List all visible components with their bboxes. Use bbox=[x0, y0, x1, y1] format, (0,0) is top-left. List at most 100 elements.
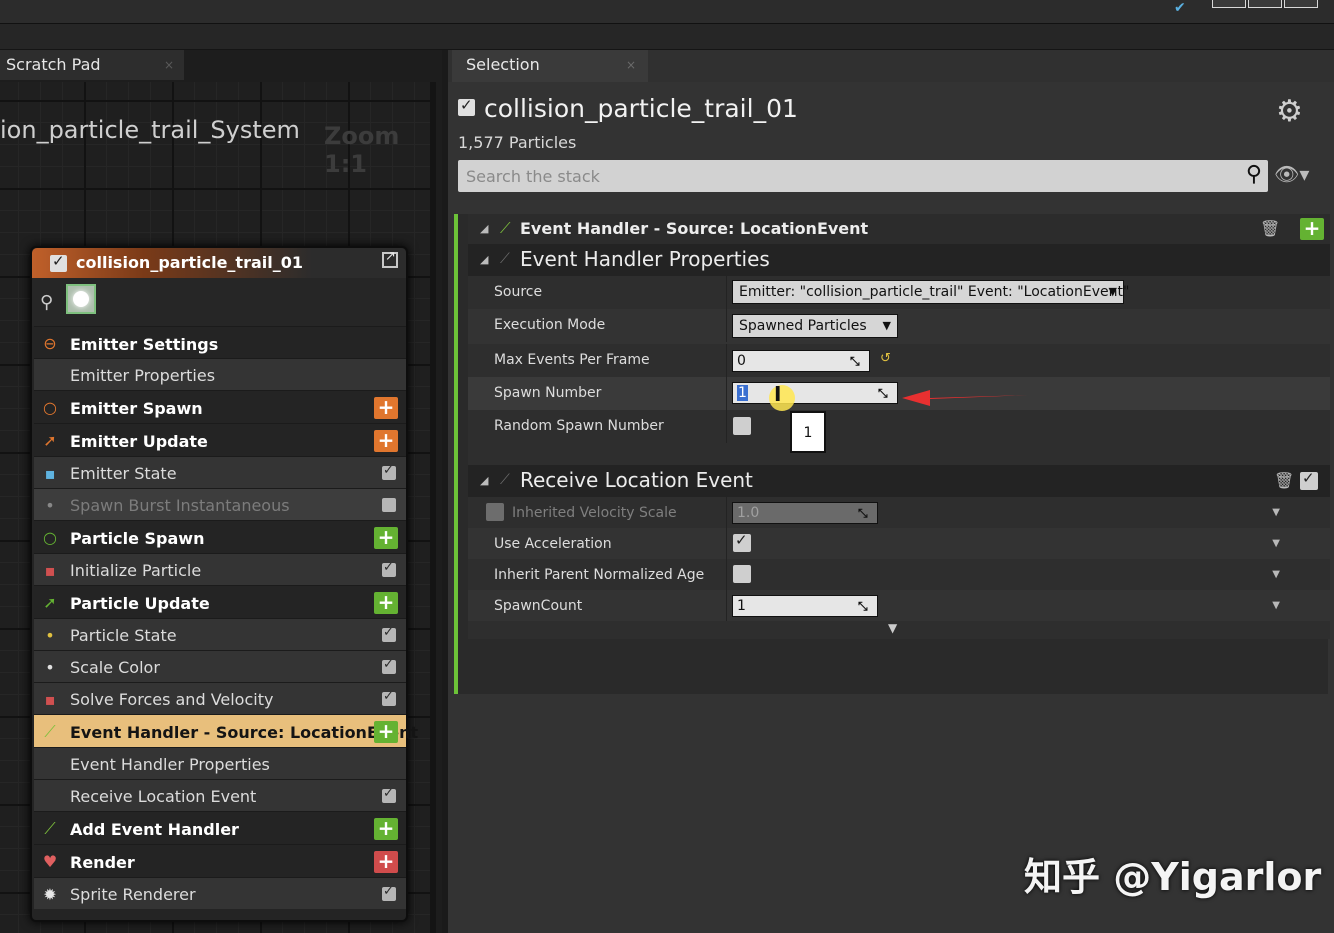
notification-icon[interactable]: ✔ bbox=[1174, 0, 1186, 16]
module-enable-checkbox[interactable] bbox=[382, 689, 396, 706]
add-module-button[interactable]: + bbox=[1300, 218, 1324, 240]
stack-item[interactable]: ▪ Solve Forces and Velocity bbox=[34, 682, 406, 714]
add-module-button[interactable]: + bbox=[374, 430, 398, 452]
source-dropdown[interactable]: Emitter: "collision_particle_trail" Even… bbox=[732, 280, 1129, 304]
inherited-velocity-checkbox[interactable] bbox=[486, 503, 504, 521]
add-module-button[interactable]: + bbox=[374, 851, 398, 873]
add-module-button[interactable]: + bbox=[374, 721, 398, 743]
stack-item[interactable]: Emitter Properties bbox=[34, 358, 406, 390]
chevron-down-icon[interactable]: ▼ bbox=[1272, 600, 1280, 611]
add-module-button[interactable]: + bbox=[374, 592, 398, 614]
expand-down-icon[interactable]: ▼ bbox=[888, 621, 897, 635]
module-enable-checkbox[interactable] bbox=[382, 560, 396, 577]
inherited-velocity-field[interactable]: 1.0 ⤡ bbox=[732, 502, 878, 524]
stack-item[interactable]: ✹ Sprite Renderer bbox=[34, 877, 406, 909]
maximize-button[interactable] bbox=[1248, 0, 1282, 8]
stack-search-box[interactable]: ⚲ bbox=[458, 160, 1268, 192]
receive-location-event-header[interactable]: ◢ ⟋ Receive Location Event 🗑 bbox=[468, 465, 1330, 497]
trash-icon[interactable]: 🗑 bbox=[1260, 219, 1280, 238]
close-icon[interactable]: × bbox=[164, 50, 174, 80]
execution-mode-dropdown[interactable]: Spawned Particles ▼ bbox=[732, 314, 898, 338]
module-enable-checkbox[interactable] bbox=[1300, 469, 1318, 490]
stack-item[interactable]: ⟋ Add Event Handler + bbox=[34, 811, 406, 844]
chevron-down-icon[interactable]: ▼ bbox=[1272, 538, 1280, 549]
collapse-triangle-icon[interactable]: ◢ bbox=[480, 222, 488, 235]
stack-item[interactable]: ➚ Emitter Update + bbox=[34, 423, 406, 456]
emitter-node-header[interactable]: collision_particle_trail_01 bbox=[32, 248, 406, 278]
stack-item-label: Particle State bbox=[70, 626, 177, 645]
emitter-thumbnail[interactable] bbox=[66, 284, 96, 314]
column-splitter[interactable] bbox=[726, 309, 727, 342]
open-external-icon[interactable] bbox=[382, 249, 398, 268]
property-row-spawn-number: Spawn Number 1 ⤡ bbox=[468, 377, 1330, 410]
column-splitter[interactable] bbox=[726, 410, 727, 443]
add-module-button[interactable]: + bbox=[374, 527, 398, 549]
column-splitter[interactable] bbox=[726, 559, 727, 592]
stack-item[interactable]: ○ Emitter Spawn + bbox=[34, 390, 406, 423]
column-splitter[interactable] bbox=[726, 497, 727, 530]
stack-item[interactable]: • Particle State bbox=[34, 618, 406, 650]
stack-item[interactable]: ⊖ Emitter Settings bbox=[34, 326, 406, 358]
stack-item[interactable]: Receive Location Event bbox=[34, 779, 406, 811]
minimize-button[interactable] bbox=[1212, 0, 1246, 8]
stack-item[interactable]: ▪ Initialize Particle bbox=[34, 553, 406, 585]
tab-scratch-pad[interactable]: Scratch Pad × bbox=[0, 50, 184, 80]
stack-item[interactable]: ▪ Emitter State bbox=[34, 456, 406, 488]
visibility-eye-icon[interactable]: 👁▾ bbox=[1274, 162, 1309, 186]
stack-item[interactable]: ○ Particle Spawn + bbox=[34, 520, 406, 553]
module-enable-checkbox[interactable] bbox=[382, 498, 396, 512]
reset-icon[interactable]: ↺ bbox=[880, 351, 891, 366]
resize-handle-icon[interactable]: ⤡ bbox=[858, 506, 872, 520]
search-input[interactable] bbox=[458, 160, 1238, 192]
max-events-field[interactable]: 0 ⤡ bbox=[732, 350, 870, 372]
chevron-down-icon[interactable]: ▼ bbox=[1272, 569, 1280, 580]
emitter-properties-icon[interactable]: ⚲ bbox=[40, 292, 53, 313]
stack-item[interactable]: • Spawn Burst Instantaneous bbox=[34, 488, 406, 520]
chevron-down-icon[interactable]: ▼ bbox=[1272, 507, 1280, 518]
stack-item[interactable]: ⟋ Event Handler - Source: LocationEvent + bbox=[34, 714, 418, 747]
module-enable-checkbox[interactable] bbox=[382, 786, 396, 803]
event-handler-properties-header[interactable]: ◢ ⟋ Event Handler Properties bbox=[468, 244, 1330, 276]
expand-more-row[interactable]: ▼ bbox=[468, 621, 1330, 639]
module-icon: ▪ bbox=[44, 464, 56, 483]
collapse-triangle-icon[interactable]: ◢ bbox=[480, 474, 488, 487]
stack-item[interactable]: • Scale Color bbox=[34, 650, 406, 682]
search-icon[interactable]: ⚲ bbox=[1246, 162, 1262, 187]
resize-handle-icon[interactable]: ⤡ bbox=[858, 599, 872, 613]
add-module-button[interactable]: + bbox=[374, 397, 398, 419]
gear-icon[interactable]: ⚙ bbox=[1276, 94, 1303, 129]
use-acceleration-checkbox[interactable] bbox=[733, 531, 751, 552]
close-icon[interactable]: × bbox=[626, 50, 636, 80]
inherit-age-checkbox[interactable] bbox=[733, 565, 751, 583]
module-enable-checkbox[interactable] bbox=[382, 463, 396, 480]
spawn-count-field[interactable]: 1 ⤡ bbox=[732, 595, 878, 617]
column-splitter[interactable] bbox=[726, 344, 727, 377]
event-handler-group-header[interactable]: ◢ ⟋ Event Handler - Source: LocationEven… bbox=[468, 214, 1330, 244]
emitter-enable-checkbox[interactable] bbox=[50, 252, 67, 272]
chevron-down-icon: ▼ bbox=[1108, 285, 1117, 298]
column-splitter[interactable] bbox=[726, 590, 727, 623]
module-enable-checkbox[interactable] bbox=[382, 657, 396, 674]
close-window-button[interactable] bbox=[1284, 0, 1318, 8]
spawn-number-field[interactable]: 1 ⤡ bbox=[732, 382, 898, 404]
stack-item[interactable]: ♥ Render + bbox=[34, 844, 406, 877]
module-icon: ▪ bbox=[44, 561, 56, 580]
resize-handle-icon[interactable]: ⤡ bbox=[850, 354, 864, 368]
stack-item[interactable]: Event Handler Properties bbox=[34, 747, 406, 779]
random-spawn-checkbox[interactable] bbox=[733, 417, 751, 435]
add-module-button[interactable]: + bbox=[374, 818, 398, 840]
module-enable-checkbox[interactable] bbox=[382, 884, 396, 901]
column-splitter[interactable] bbox=[726, 528, 727, 561]
tab-selection[interactable]: Selection × bbox=[452, 50, 648, 82]
emitter-enable-checkbox[interactable] bbox=[458, 96, 475, 116]
trash-icon[interactable]: 🗑 bbox=[1274, 471, 1294, 490]
text-cursor-icon: I bbox=[774, 382, 782, 406]
property-label: Max Events Per Frame bbox=[494, 352, 650, 368]
stack-item[interactable]: ➚ Particle Update + bbox=[34, 585, 406, 618]
column-splitter[interactable] bbox=[726, 377, 727, 410]
emitter-node[interactable]: collision_particle_trail_01 ⚲ ⊖ Emitter S… bbox=[30, 246, 418, 922]
collapse-triangle-icon[interactable]: ◢ bbox=[480, 253, 488, 266]
column-splitter[interactable] bbox=[726, 276, 727, 309]
module-enable-checkbox[interactable] bbox=[382, 625, 396, 642]
resize-handle-icon[interactable]: ⤡ bbox=[878, 386, 892, 400]
